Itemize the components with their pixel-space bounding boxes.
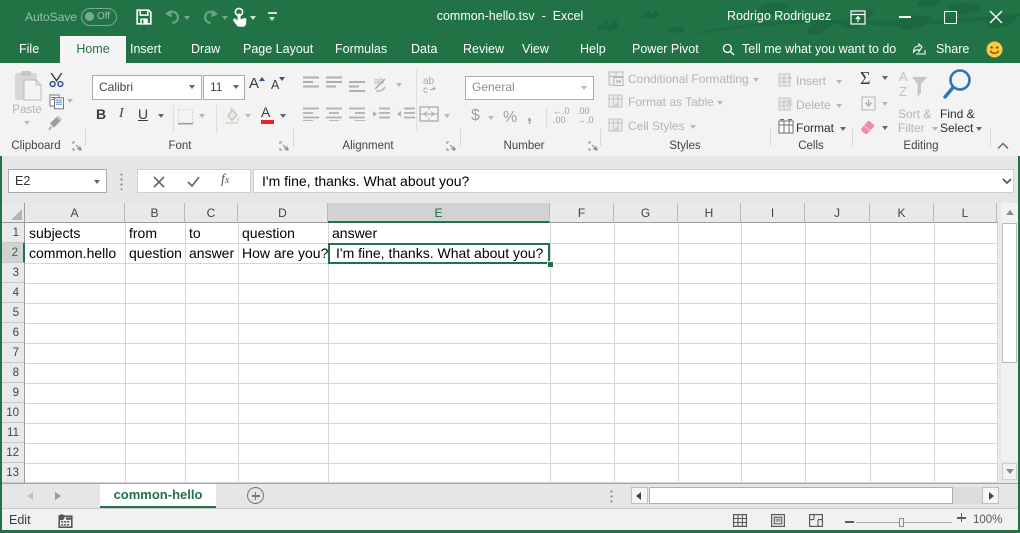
svg-text:ab: ab xyxy=(374,76,384,86)
svg-text:A: A xyxy=(899,69,908,84)
svg-text:c: c xyxy=(423,85,428,94)
svg-text:Z: Z xyxy=(899,84,907,99)
